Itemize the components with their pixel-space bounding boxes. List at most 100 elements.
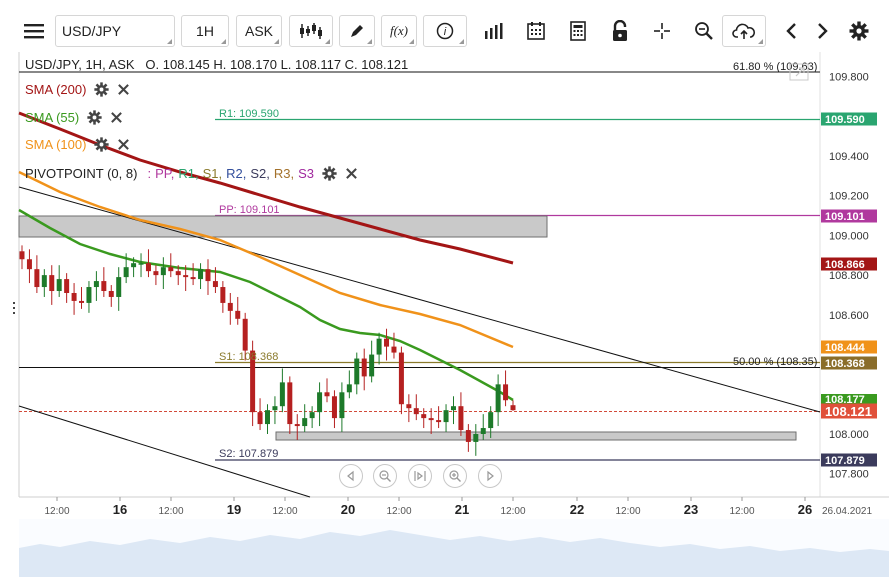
- legend-pivot-r1: R1,: [178, 166, 199, 181]
- close-icon[interactable]: [117, 83, 130, 96]
- candle-body: [198, 269, 204, 280]
- candle-body: [79, 300, 85, 303]
- candle-body: [369, 354, 375, 377]
- candle-body: [413, 408, 419, 415]
- candle-body: [205, 269, 211, 282]
- price-axis-label: 109.400: [829, 151, 869, 163]
- s2-label: S2: 107.879: [219, 448, 278, 460]
- nav-scroll-right-button[interactable]: [478, 464, 502, 488]
- price-tag-label: 109.590: [825, 114, 865, 126]
- candle-body: [242, 318, 248, 351]
- candle-body: [26, 259, 32, 270]
- candle-body: [480, 428, 486, 434]
- time-axis-label: 23: [684, 502, 698, 517]
- price-axis-label: 109.000: [829, 230, 869, 242]
- legend-pivot-r2: R2,: [226, 166, 247, 181]
- legend-sma-100-label: SMA (100): [25, 137, 87, 152]
- nav-zoom-in-button[interactable]: [443, 464, 467, 488]
- candle-body: [346, 384, 352, 393]
- price-axis-label: 109.800: [829, 72, 869, 84]
- price-tag-label: 108.444: [825, 342, 866, 354]
- candle-body: [272, 406, 278, 411]
- candle-body: [257, 412, 263, 425]
- time-axis-label: 12:00: [386, 506, 411, 517]
- candle-body: [71, 292, 77, 301]
- scroll-left-icon: [347, 470, 354, 482]
- time-axis: 12:00 16 12:00 19 12:00 20 12:00 21 12:00 22 12:00…: [44, 497, 872, 517]
- ohlc-info: USD/JPY, 1H, ASK O. 108.145 H. 108.170 L…: [25, 57, 409, 72]
- time-axis-label: 16: [113, 502, 127, 517]
- candle-body: [56, 279, 62, 292]
- gear-icon[interactable]: [94, 82, 110, 97]
- candle-body: [339, 392, 345, 419]
- candle-body: [19, 251, 25, 260]
- gear-icon[interactable]: [322, 166, 337, 181]
- candle-body: [503, 384, 509, 401]
- candle-body: [294, 424, 300, 427]
- candle-body: [436, 420, 442, 423]
- time-axis-label: 20: [341, 502, 355, 517]
- legend-sma-100: SMA (100): [25, 137, 130, 152]
- zoom-in-icon: [449, 470, 461, 482]
- candle-body: [421, 414, 427, 419]
- candle-body: [131, 263, 137, 268]
- candle-body: [101, 281, 107, 292]
- close-icon[interactable]: [345, 167, 358, 180]
- sma-200-line: [18, 111, 514, 265]
- candle-body: [86, 287, 92, 303]
- candle-body: [168, 267, 174, 272]
- close-icon[interactable]: [117, 138, 130, 151]
- gear-icon[interactable]: [94, 137, 110, 152]
- candle-body: [41, 275, 47, 288]
- time-axis-label: 21: [455, 502, 469, 517]
- candle-body: [287, 382, 293, 425]
- legend-sma-200-label: SMA (200): [25, 82, 87, 97]
- gear-icon[interactable]: [87, 110, 102, 125]
- candle-body: [443, 410, 449, 423]
- panel-resize-handle[interactable]: [13, 302, 15, 314]
- legend-pivot: PIVOTPOINT (0, 8) : PP, R1, S1, R2, S2, …: [25, 166, 358, 181]
- price-axis: 109.800109.600109.400109.200109.000108.8…: [829, 72, 869, 481]
- candle-body: [406, 404, 412, 409]
- candle-body: [153, 271, 159, 276]
- candle-body: [235, 310, 241, 319]
- price-axis-label: 108.000: [829, 429, 869, 441]
- time-axis-label: 12:00: [500, 506, 525, 517]
- candle-body: [450, 406, 456, 411]
- candle-body: [108, 291, 114, 297]
- candle-body: [331, 396, 337, 419]
- price-chart[interactable]: 109.800109.600109.400109.200109.000108.8…: [0, 0, 889, 577]
- time-axis-label: 19: [227, 502, 241, 517]
- time-axis-label: 12:00: [729, 506, 754, 517]
- candle-body: [361, 358, 367, 377]
- price-tags: 109.590 109.101 108.866 108.444 108.368 108.1…: [821, 112, 877, 467]
- candle-body: [391, 346, 397, 353]
- candle-body: [93, 281, 99, 288]
- time-axis-label: 22: [570, 502, 584, 517]
- pp-label: PP: 109.101: [219, 204, 280, 216]
- candle-body: [465, 430, 471, 442]
- candle-body: [317, 392, 323, 413]
- time-axis-label: 12:00: [158, 506, 183, 517]
- zoom-out-icon: [379, 470, 391, 482]
- candle-body: [183, 275, 189, 278]
- time-axis-label: 12:00: [272, 506, 297, 517]
- candle-body: [212, 281, 218, 288]
- reset-zoom-icon: [414, 471, 426, 481]
- candle-body: [145, 263, 151, 272]
- candle-body: [220, 287, 226, 303]
- nav-zoom-out-button[interactable]: [373, 464, 397, 488]
- resistance-zone: [18, 215, 548, 238]
- candle-body: [473, 434, 479, 442]
- legend-pivot-s2: S2,: [250, 166, 270, 181]
- nav-scroll-left-button[interactable]: [339, 464, 363, 488]
- hidden-tick-mask: [821, 384, 877, 394]
- support-zone: [275, 431, 797, 441]
- candle-body: [488, 412, 494, 429]
- close-icon[interactable]: [110, 111, 123, 124]
- candle-body: [160, 267, 166, 276]
- time-axis-label: 26.04.2021: [822, 506, 872, 517]
- nav-reset-button[interactable]: [408, 464, 432, 488]
- candle-body: [309, 412, 315, 419]
- time-axis-label: 26: [798, 502, 812, 517]
